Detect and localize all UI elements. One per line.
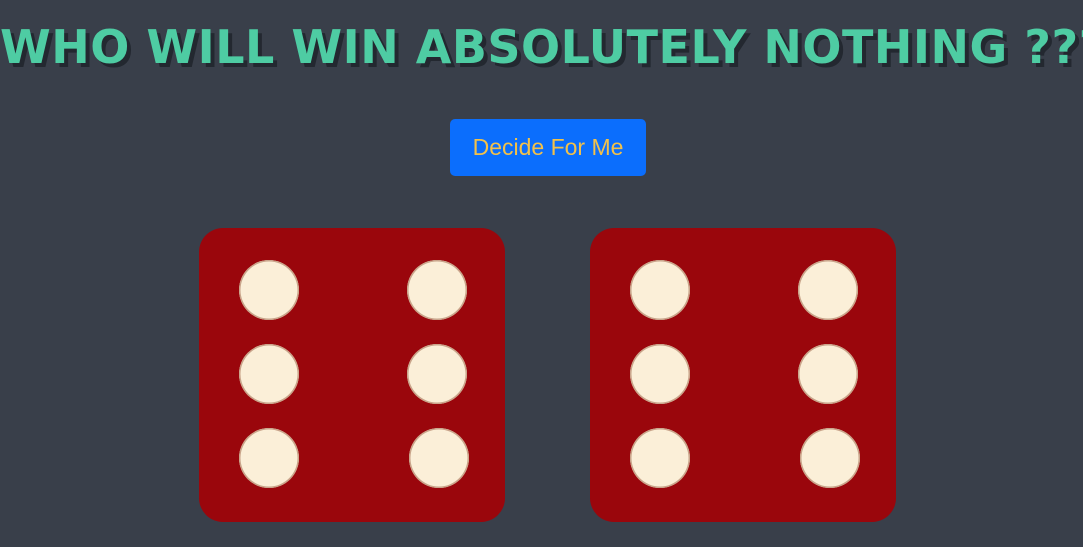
die-pip [239, 428, 299, 488]
die-pip [630, 344, 690, 404]
die-left [199, 228, 505, 522]
die-pip [239, 344, 299, 404]
die-right [590, 228, 896, 522]
die-pip [630, 260, 690, 320]
decide-for-me-button[interactable]: Decide For Me [450, 119, 646, 176]
die-pip [800, 428, 860, 488]
die-pip [239, 260, 299, 320]
die-pip [798, 344, 858, 404]
die-pip [409, 428, 469, 488]
page-title: WHO WILL WIN ABSOLUTELY NOTHING ??? [0, 20, 1083, 74]
die-pip [630, 428, 690, 488]
die-pip [407, 260, 467, 320]
die-pip [407, 344, 467, 404]
die-pip [798, 260, 858, 320]
dice-area [0, 0, 1083, 547]
